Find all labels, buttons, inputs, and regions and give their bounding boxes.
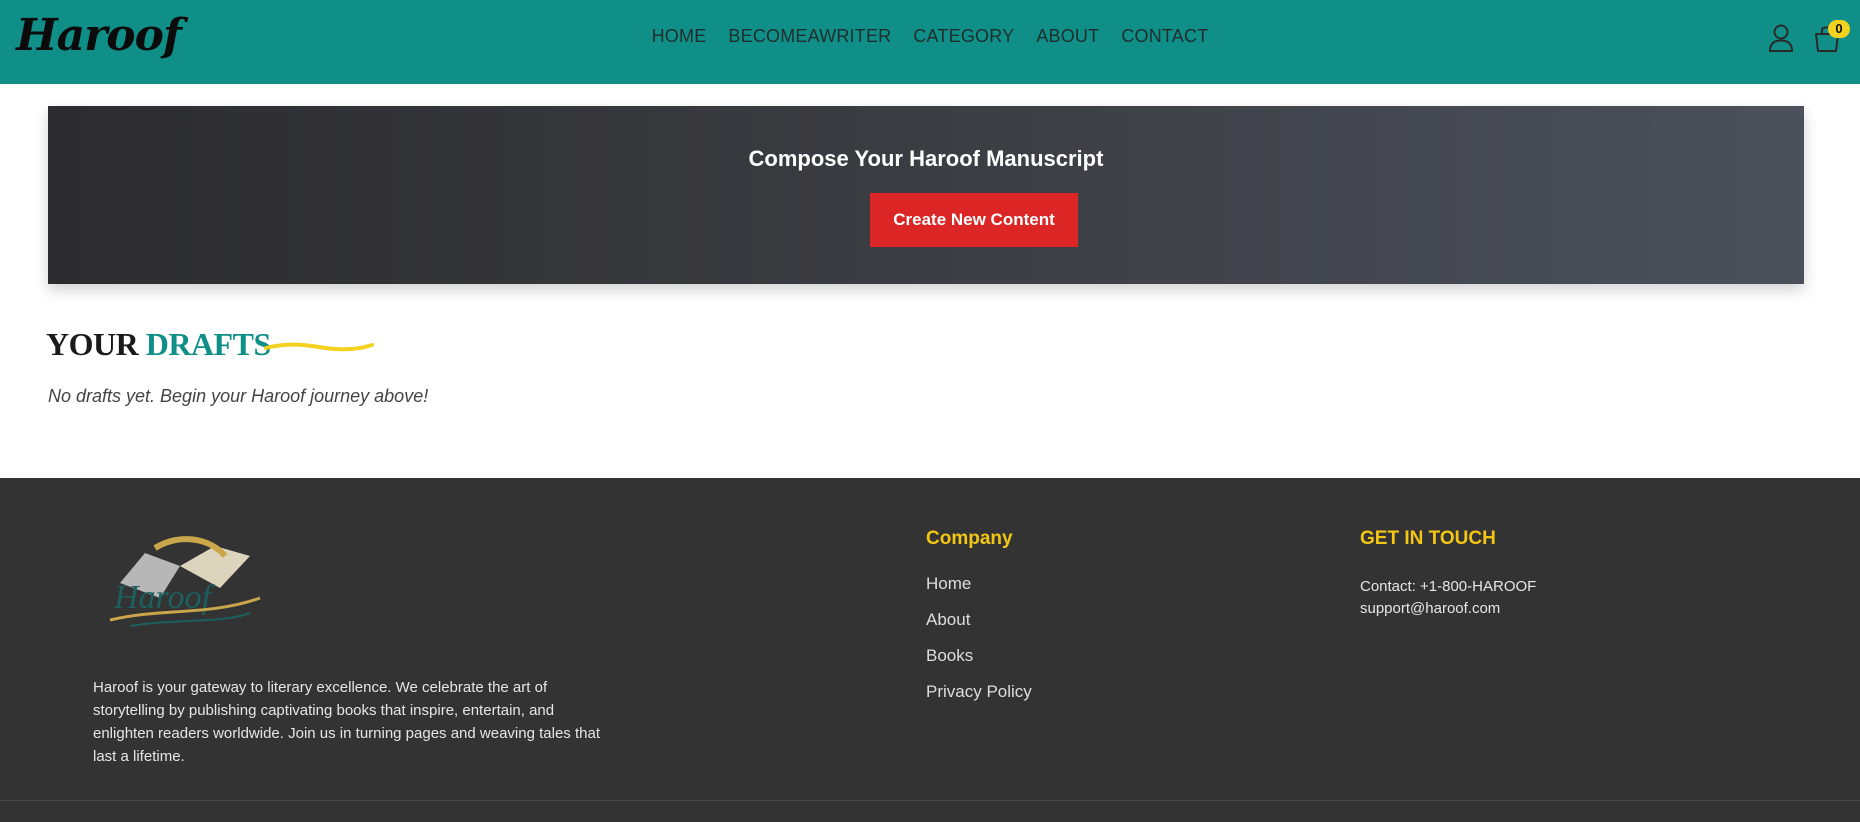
footer-divider	[0, 800, 1860, 801]
site-header: Haroof HOME BECOMEAWRITER CATEGORY ABOUT…	[0, 0, 1860, 84]
contact-email[interactable]: support@haroof.com	[1360, 598, 1536, 620]
contact-info: Contact: +1-800-HAROOF support@haroof.co…	[1360, 576, 1536, 620]
drafts-heading-drafts: DRAFTS	[145, 326, 272, 362]
main-nav: HOME BECOMEAWRITER CATEGORY ABOUT CONTAC…	[0, 26, 1860, 47]
footer-link-about[interactable]: About	[926, 610, 1032, 646]
nav-contact[interactable]: CONTACT	[1121, 26, 1208, 47]
banner-title: Compose Your Haroof Manuscript	[748, 146, 1104, 171]
drafts-heading: YOUR DRAFTS	[46, 326, 271, 363]
nav-about[interactable]: ABOUT	[1036, 26, 1099, 47]
no-drafts-message: No drafts yet. Begin your Haroof journey…	[48, 386, 429, 406]
footer-link-home[interactable]: Home	[926, 574, 1032, 610]
heading-underline-squiggle	[264, 342, 374, 352]
footer-description: Haroof is your gateway to literary excel…	[93, 679, 600, 765]
cart-count-badge: 0	[1828, 20, 1850, 38]
site-footer: Haroof Haroof is your gateway to literar…	[0, 478, 1860, 822]
shopping-bag-icon[interactable]: 0	[1812, 20, 1850, 54]
nav-become-a-writer[interactable]: BECOMEAWRITER	[728, 26, 891, 47]
compose-banner: Compose Your Haroof Manuscript Create Ne…	[48, 106, 1804, 284]
get-in-touch-heading: GET IN TOUCH	[1360, 528, 1496, 549]
footer-link-books[interactable]: Books	[926, 646, 1032, 682]
drafts-heading-your: YOUR	[46, 326, 139, 362]
footer-logo[interactable]: Haroof	[100, 528, 268, 638]
create-new-content-button[interactable]: Create New Content	[870, 193, 1078, 247]
nav-category[interactable]: CATEGORY	[913, 26, 1014, 47]
company-heading: Company	[926, 528, 1013, 549]
company-links: Home About Books Privacy Policy	[926, 574, 1032, 718]
contact-phone: Contact: +1-800-HAROOF	[1360, 578, 1537, 595]
user-icon[interactable]	[1766, 22, 1796, 54]
nav-home[interactable]: HOME	[652, 26, 707, 47]
header-icons: 0	[1766, 20, 1850, 54]
footer-link-privacy-policy[interactable]: Privacy Policy	[926, 682, 1032, 718]
